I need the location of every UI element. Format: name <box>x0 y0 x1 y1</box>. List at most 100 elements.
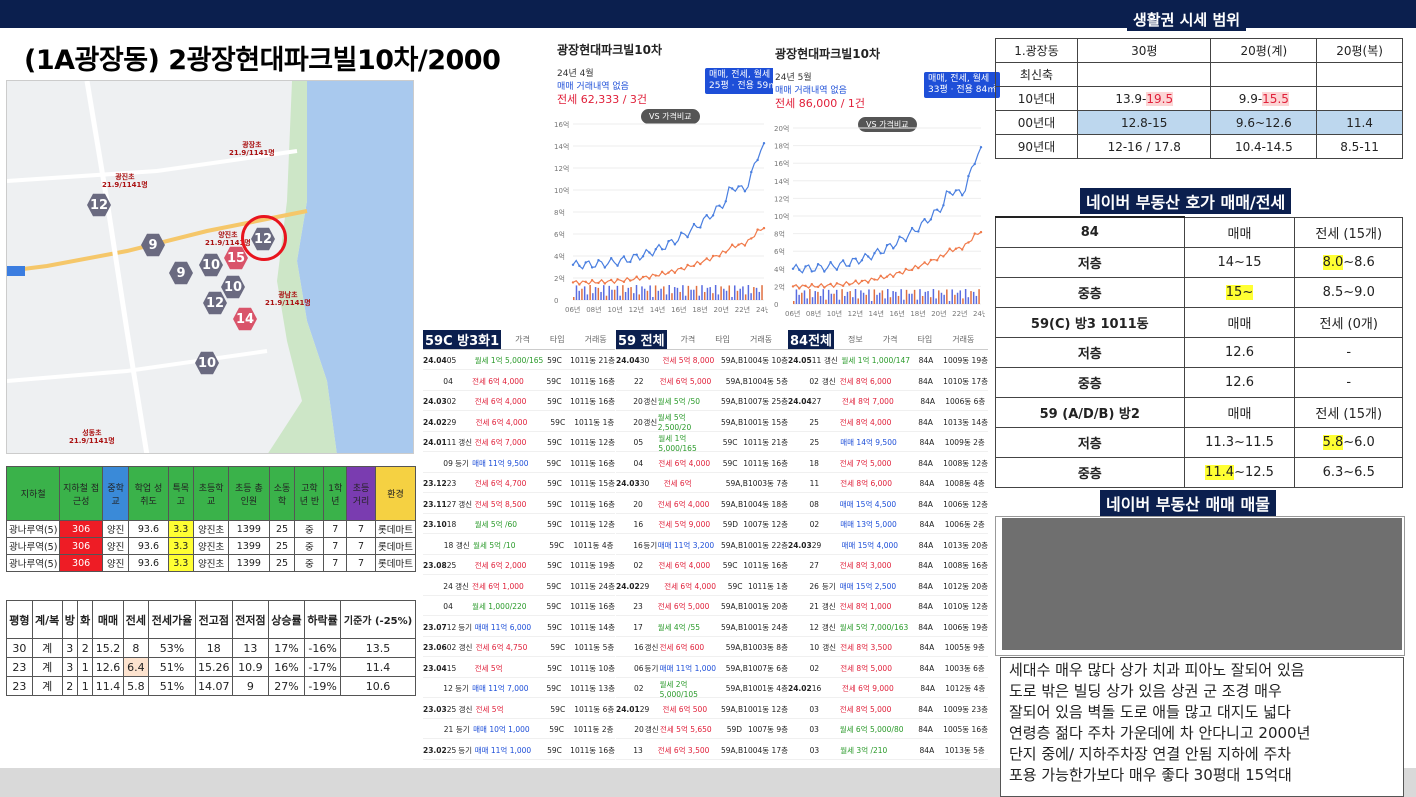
memo-line: 도로 밖은 빌딩 상가 있음 상권 군 조경 매우 <box>1009 682 1282 700</box>
table-header-cell[interactable]: 초등 거리 <box>346 466 376 521</box>
trade-row: 04 월세 1,000/220 59C 1011동 16층 <box>423 598 615 616</box>
trade-cell: 24.02 <box>616 581 640 591</box>
trade-cell: 갱신 <box>644 725 659 734</box>
trade-list-col-header[interactable]: 가격 <box>883 334 898 345</box>
table-header-cell[interactable]: 방 <box>61 600 79 639</box>
trade-cell: 59C <box>550 704 566 714</box>
table-cell: 25 <box>268 554 296 572</box>
volume-bar <box>660 288 662 300</box>
series-point <box>724 251 727 254</box>
trade-cell: 갱신 <box>821 602 836 611</box>
series-point <box>648 277 651 280</box>
table-header-cell[interactable]: 고학년 반 <box>294 466 325 521</box>
table-header-cell[interactable]: 상승률 <box>267 600 306 639</box>
trade-list-col-header[interactable]: 타입 <box>550 334 565 345</box>
table-header-cell[interactable]: 전세 <box>122 600 150 639</box>
trade-cell: 84A <box>919 663 935 673</box>
table-header-cell[interactable]: 지하철 접근성 <box>59 466 103 521</box>
trade-row: 21 등기 매매 10억 1,000 59C 1011동 2층 <box>423 721 615 739</box>
volume-bar <box>744 294 747 300</box>
table-header-cell[interactable]: 환경 <box>374 466 417 521</box>
table-header-cell[interactable]: 지하철 <box>5 466 61 521</box>
volume-bar <box>687 285 690 300</box>
y-tick-label: 0 <box>554 297 558 305</box>
table-cell: 13.5 <box>340 638 416 658</box>
y-tick-label: 0 <box>774 301 778 309</box>
table-header-cell[interactable]: 학업 성취도 <box>128 466 169 521</box>
trade-list-col-header[interactable]: 정보 <box>848 334 863 345</box>
trade-cell: 1001동 15층 <box>743 417 788 427</box>
volume-bar <box>725 290 728 300</box>
table-header-cell[interactable]: 초등 총인원 <box>228 466 270 521</box>
volume-bar <box>962 298 964 304</box>
table-cell: 중층 <box>995 366 1185 398</box>
series-point <box>898 270 901 274</box>
table-cell: 8.5~9.0 <box>1294 276 1403 308</box>
trade-cell: 월세 1억 1,000/147 <box>841 356 911 365</box>
x-tick-label: 18년 <box>692 305 707 314</box>
table-header-cell[interactable]: 화 <box>77 600 94 639</box>
table-cell: 양진 <box>101 537 130 555</box>
trade-list-col-header[interactable]: 거래동 <box>585 334 607 345</box>
trade-cell: 전세 8억 1,000 <box>839 602 892 611</box>
page-title: (1A광장동) 2광장현대파크빌10차/2000 <box>24 45 501 76</box>
table-header-cell[interactable]: 전고점 <box>194 600 233 639</box>
table-header-row: 1.광장동 30평 20평(계) 20평(복) <box>995 38 1403 63</box>
table-cell: 광나루역(5) <box>5 537 61 555</box>
trade-cell: 월세 5억 /10 <box>473 540 516 550</box>
series-point <box>705 257 708 260</box>
series-point <box>848 283 851 286</box>
trade-cell: 월세 5억 /60 <box>474 520 518 529</box>
volume-bar <box>586 294 589 300</box>
series-point <box>750 237 753 240</box>
trade-list-col-header[interactable]: 거래동 <box>750 334 772 345</box>
trade-list-col-header[interactable]: 가격 <box>515 334 530 345</box>
table-cell: 1 <box>77 657 94 677</box>
volume-bar <box>927 291 929 304</box>
table-cell: 12.6 <box>92 657 124 677</box>
trade-list-col-header[interactable]: 타입 <box>715 334 730 345</box>
table-header-cell[interactable]: 초등학교 <box>193 466 230 521</box>
volume-bar <box>643 288 646 300</box>
series-point <box>641 275 645 279</box>
table-header-cell[interactable]: 소동 학 <box>268 466 296 521</box>
range-low: 9.9- <box>1238 91 1263 106</box>
map-label: 광진초 21.9/1141명 <box>102 173 148 189</box>
trade-row: 02 매매 13억 5,000 84A 1006동 2층 <box>788 516 988 534</box>
series-point <box>873 251 876 255</box>
deal-type-badge[interactable]: 매매, 전세, 월세 25평 · 전용 59㎡ <box>705 68 782 94</box>
trade-cell: 전세 6억 4,000 <box>657 499 710 509</box>
volume-bar <box>693 289 695 300</box>
table-header-cell[interactable]: 중학교 <box>101 466 130 521</box>
volume-bar <box>616 285 619 300</box>
trade-cell: 16 <box>633 540 643 550</box>
table-header-cell[interactable]: 계/복 <box>31 600 63 639</box>
table-header-cell[interactable]: 평형 <box>6 600 33 639</box>
trade-cell: 27 <box>446 499 457 509</box>
table-cell: 11.4 <box>340 657 416 677</box>
trade-list-col-header[interactable]: 타입 <box>917 334 932 345</box>
trade-list-col-header[interactable]: 가격 <box>681 334 696 345</box>
table-header-cell[interactable]: 매매 <box>92 600 124 639</box>
table-header-cell: 전세 (0개) <box>1294 306 1403 338</box>
y-tick-label: 12억 <box>554 165 569 173</box>
trade-cell: 21 <box>809 602 819 611</box>
deal-type-badge[interactable]: 매매, 전세, 월세 33평 · 전용 84㎡ <box>924 72 1001 98</box>
x-tick-label: 14년 <box>869 309 884 318</box>
table-header-cell[interactable]: 전저점 <box>231 600 269 639</box>
table-cell: 10.4-14.5 <box>1210 134 1318 159</box>
table-header-cell[interactable]: 특목고 <box>167 466 195 521</box>
table-header-cell[interactable]: 전세가율 <box>148 600 196 639</box>
volume-bar <box>761 285 763 300</box>
trade-row: 24.01 11 갱신 전세 6억 7,000 59C 1011동 12층 <box>423 434 615 452</box>
volume-bar <box>868 289 870 304</box>
trade-cell: 전세 8억 7,000 <box>842 397 894 406</box>
table-header-cell[interactable]: 기준가 (-25%) <box>340 600 416 639</box>
trade-cell: 갱신 <box>821 376 836 386</box>
volume-bar <box>600 291 602 300</box>
table-header-cell[interactable]: 1학 년 <box>323 466 348 521</box>
series-point <box>660 270 664 274</box>
trade-list-col-header[interactable]: 거래동 <box>952 334 974 345</box>
table-header-cell[interactable]: 하락률 <box>304 600 342 639</box>
trade-cell: 30 <box>639 479 650 488</box>
